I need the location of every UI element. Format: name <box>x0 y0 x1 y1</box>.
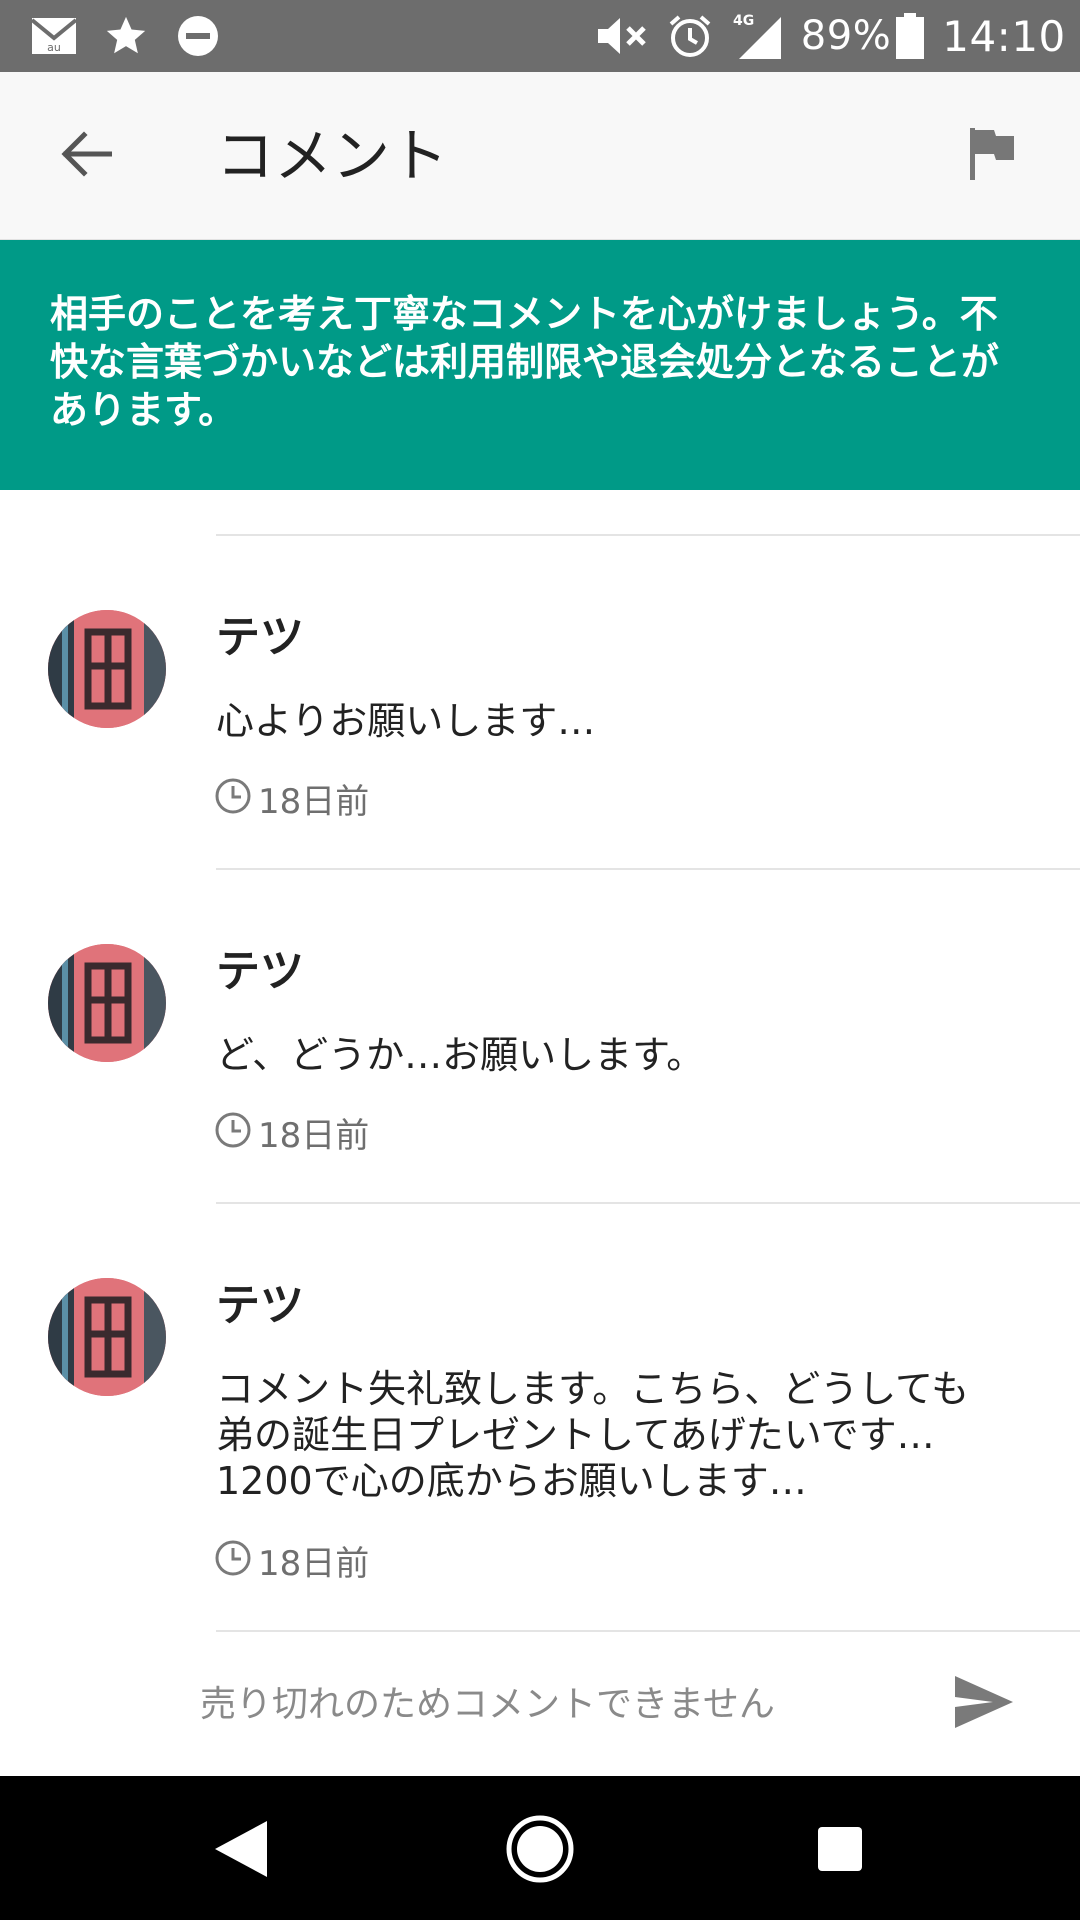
clock-icon <box>214 777 252 819</box>
nav-home-button[interactable] <box>495 1806 585 1896</box>
comment-body: 心よりお願いします… <box>216 699 596 743</box>
back-button[interactable] <box>42 112 130 200</box>
comment-timestamp: 18日前 <box>214 1538 370 1584</box>
send-button[interactable] <box>946 1666 1022 1742</box>
status-bar: au 4G 89% 14:10 <box>0 0 1080 72</box>
notice-banner: 相手のことを考え丁寧なコメントを心がけましょう。不快な言葉づかいなどは利用制限や… <box>0 240 1080 490</box>
comment-item: テツ コメント失礼致します。こちら、どうしても 弟の誕生日プレゼントしてあげたい… <box>0 1204 1080 1630</box>
notice-text: 相手のことを考え丁寧なコメントを心がけましょう。不快な言葉づかいなどは利用制限や… <box>50 292 999 432</box>
comment-item: テツ ど、どうか…お願いします。 18日前 <box>0 870 1080 1204</box>
comment-time-text: 18日前 <box>258 781 370 822</box>
battery-icon <box>892 0 928 72</box>
comment-input-bar <box>0 1632 1080 1776</box>
battery-percent: 89% <box>800 13 892 59</box>
send-icon <box>953 1674 1015 1734</box>
avatar[interactable] <box>48 610 166 728</box>
do-not-disturb-icon <box>174 0 222 72</box>
signal-4g-icon: 4G <box>728 0 786 72</box>
comment-user-name[interactable]: テツ <box>216 944 304 1000</box>
avatar[interactable] <box>48 944 166 1062</box>
app-bar: コメント <box>0 72 1080 240</box>
page-title: コメント <box>216 122 449 190</box>
comment-input[interactable] <box>200 1672 900 1736</box>
svg-text:au: au <box>47 41 61 54</box>
clock-icon <box>214 1539 252 1581</box>
arrow-back-icon <box>60 131 113 181</box>
comment-time-text: 18日前 <box>258 1115 370 1156</box>
avatar[interactable] <box>48 1278 166 1396</box>
comment-item: テツ 心よりお願いします… 18日前 <box>0 536 1080 868</box>
comment-timestamp: 18日前 <box>214 1110 370 1156</box>
comment-user-name[interactable]: テツ <box>216 610 304 666</box>
nav-back-icon <box>211 1817 271 1885</box>
nav-recents-icon <box>816 1825 864 1877</box>
nav-back-button[interactable] <box>196 1806 286 1896</box>
alarm-icon <box>664 0 716 72</box>
clock-icon <box>214 1111 252 1153</box>
report-button[interactable] <box>948 112 1036 200</box>
mute-icon <box>592 0 652 72</box>
nav-recents-button[interactable] <box>795 1806 885 1896</box>
comment-time-text: 18日前 <box>258 1543 370 1584</box>
nav-home-icon <box>504 1813 576 1889</box>
network-label: 4G <box>733 13 754 29</box>
star-icon <box>100 0 152 72</box>
comment-user-name[interactable]: テツ <box>216 1278 304 1334</box>
comment-body: コメント失礼致します。こちら、どうしても 弟の誕生日プレゼントしてあげたいです…… <box>216 1367 970 1503</box>
comment-timestamp: 18日前 <box>214 776 370 822</box>
au-mail-icon: au <box>28 0 80 72</box>
status-time: 14:10 <box>942 11 1066 61</box>
flag-icon <box>968 126 1016 186</box>
comment-body: ど、どうか…お願いします。 <box>216 1033 705 1077</box>
navigation-bar <box>0 1776 1080 1920</box>
